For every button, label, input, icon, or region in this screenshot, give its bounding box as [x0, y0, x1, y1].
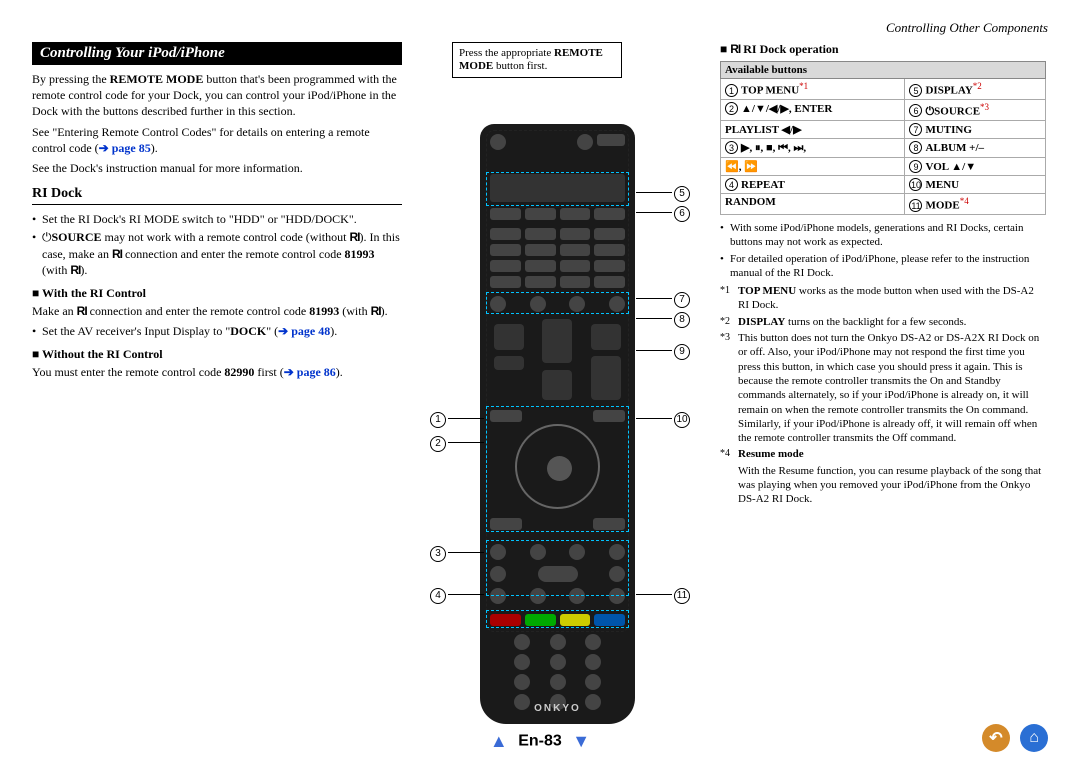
- page-link-86[interactable]: ➔ page 86: [284, 365, 336, 379]
- dock-operation-heading: RI RI Dock operation: [720, 42, 1046, 57]
- footnote-item: *1TOP MENU works as the mode button when…: [720, 284, 1046, 313]
- callout-4: 4: [430, 586, 446, 604]
- intro-paragraph-1: By pressing the REMOTE MODE button that'…: [32, 71, 402, 120]
- note-item: For detailed operation of iPod/iPhone, p…: [720, 252, 1046, 281]
- intro-paragraph-2: See "Entering Remote Control Codes" for …: [32, 124, 402, 156]
- next-page-icon[interactable]: ▼: [566, 731, 596, 751]
- prev-page-icon[interactable]: ▲: [484, 731, 514, 751]
- table-row: PLAYLIST ◀/▶7MUTING: [721, 121, 1046, 139]
- table-row: 3▶, ⏸, ■, ⏮, ⏭,8ALBUM +/–: [721, 139, 1046, 158]
- table-row: 4REPEAT10MENU: [721, 176, 1046, 194]
- callout-10: 10: [674, 410, 690, 428]
- remote-body: ONKYO: [480, 124, 635, 724]
- table-row: RANDOM11MODE*4: [721, 194, 1046, 215]
- left-column: Controlling Your iPod/iPhone By pressing…: [32, 42, 402, 384]
- page-number: En-83: [518, 733, 562, 750]
- operation-notes: With some iPod/iPhone models, generation…: [720, 221, 1046, 280]
- resume-mode-text: With the Resume function, you can resume…: [720, 464, 1046, 507]
- footnote-item: *2DISPLAY turns on the backlight for a f…: [720, 315, 1046, 329]
- callout-9: 9: [674, 342, 690, 360]
- with-ri-heading: With the RI Control: [32, 286, 402, 301]
- table-row: 1TOP MENU*15DISPLAY*2: [721, 79, 1046, 100]
- available-buttons-table: Available buttons 1TOP MENU*15DISPLAY*22…: [720, 61, 1046, 215]
- intro-paragraph-3: See the Dock's instruction manual for mo…: [32, 160, 402, 176]
- table-row: ⏪, ⏩9VOL ▲/▼: [721, 158, 1046, 176]
- without-ri-text: You must enter the remote control code 8…: [32, 364, 402, 380]
- page-link-85[interactable]: ➔ page 85: [99, 141, 151, 155]
- callout-3: 3: [430, 544, 446, 562]
- with-ri-text: Make an RI connection and enter the remo…: [32, 303, 402, 319]
- callout-2: 2: [430, 434, 446, 452]
- page-link-48[interactable]: ➔ page 48: [278, 324, 330, 338]
- right-column: RI RI Dock operation Available buttons 1…: [720, 42, 1046, 511]
- remote-column: Press the appropriate REMOTE MODE button…: [430, 42, 690, 704]
- footnote-item: *3This button does not turn the Onkyo DS…: [720, 331, 1046, 445]
- callout-8: 8: [674, 310, 690, 328]
- footnote-item: *4Resume mode: [720, 447, 1046, 461]
- ri-bullet-1: Set the RI Dock's RI MODE switch to "HDD…: [32, 211, 402, 227]
- page-footer: ▲ En-83 ▼: [0, 731, 1080, 752]
- footnote-list: *1TOP MENU works as the mode button when…: [720, 284, 1046, 462]
- table-header: Available buttons: [721, 62, 1046, 79]
- without-ri-heading: Without the RI Control: [32, 347, 402, 362]
- section-title: Controlling Your iPod/iPhone: [32, 42, 402, 65]
- home-icon[interactable]: ⌂: [1020, 724, 1048, 752]
- back-icon[interactable]: ↶: [982, 724, 1010, 752]
- callout-5: 5: [674, 184, 690, 202]
- remote-mode-note: Press the appropriate REMOTE MODE button…: [452, 42, 622, 78]
- note-item: With some iPod/iPhone models, generation…: [720, 221, 1046, 250]
- callout-11: 11: [674, 586, 690, 604]
- callout-7: 7: [674, 290, 690, 308]
- remote-brand: ONKYO: [480, 703, 635, 714]
- callout-6: 6: [674, 204, 690, 222]
- table-row: 2▲/▼/◀/▶, ENTER6⏻SOURCE*3: [721, 99, 1046, 121]
- running-header: Controlling Other Components: [886, 20, 1048, 36]
- ri-dock-heading: RI Dock: [32, 186, 402, 205]
- with-ri-bullet: Set the AV receiver's Input Display to "…: [32, 323, 402, 339]
- ri-bullet-2: ⏻SOURCE may not work with a remote contr…: [32, 229, 402, 278]
- remote-diagram: ONKYO 1 2 3 4 5 6 7 8: [430, 84, 690, 704]
- callout-1: 1: [430, 410, 446, 428]
